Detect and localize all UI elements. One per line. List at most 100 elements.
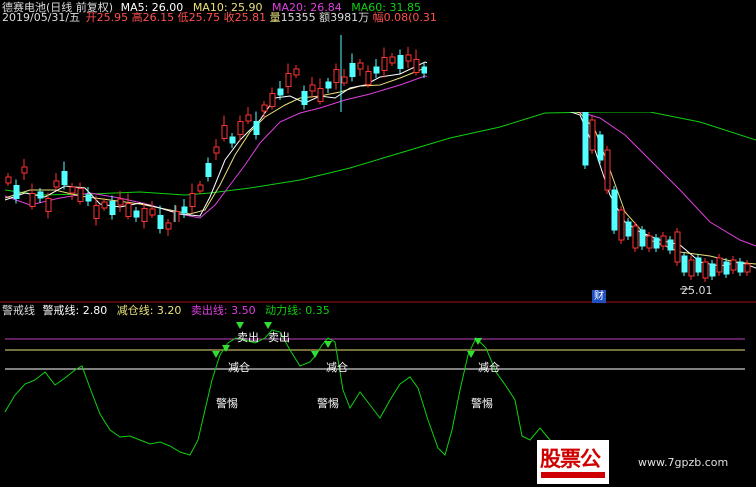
candle <box>293 65 300 78</box>
candle <box>397 49 404 74</box>
candle <box>269 87 276 110</box>
candle <box>165 219 172 236</box>
high-value: 26.15 <box>142 11 175 24</box>
candle <box>681 252 688 276</box>
occlusion-top-right <box>427 0 756 112</box>
amt-key: 额 <box>319 11 331 24</box>
open-value: 25.95 <box>96 11 129 24</box>
low-key: 低 <box>177 11 189 24</box>
candle <box>333 63 340 90</box>
candle <box>109 195 116 220</box>
candle <box>349 53 356 82</box>
candle <box>229 133 236 148</box>
sell-signal-1: 卖出 <box>237 331 259 344</box>
candle <box>618 206 625 244</box>
candle <box>413 49 420 76</box>
candle <box>667 236 674 254</box>
signal-arrow-icon <box>324 341 332 348</box>
chg-value: 0.08(0.31 <box>383 11 437 24</box>
candle <box>149 201 156 218</box>
candle <box>117 191 124 212</box>
candle <box>157 205 164 234</box>
candle <box>625 218 632 240</box>
date-label: 2019/05/31/五 <box>2 11 81 24</box>
watermark-brand: 股票公 <box>540 447 601 471</box>
candle <box>589 116 596 154</box>
alert-signal-2: 警惕 <box>317 397 339 410</box>
candle <box>737 258 744 276</box>
candle <box>365 65 372 88</box>
candle <box>141 202 148 229</box>
candle <box>730 256 737 274</box>
signal-arrow-icon <box>474 338 482 345</box>
candle <box>744 260 751 276</box>
finance-badge[interactable]: 财 <box>592 290 606 303</box>
candle <box>674 228 681 266</box>
candle <box>197 181 204 194</box>
candle <box>317 78 324 105</box>
candle <box>189 183 196 214</box>
candle <box>205 157 212 182</box>
candle <box>221 115 228 142</box>
candle <box>660 232 667 250</box>
candle <box>93 195 100 226</box>
candle <box>357 59 364 76</box>
indicator-header: 警戒线 警戒线: 2.80 减仓线: 3.20 卖出线: 3.50 动力线: 0… <box>2 304 330 317</box>
close-key: 收 <box>223 11 235 24</box>
candle <box>301 85 308 110</box>
watermark-site: www.7gpzb.com <box>638 456 729 469</box>
low-price-marker: 25.01 <box>681 284 713 297</box>
candle <box>53 173 60 190</box>
candle <box>77 182 84 205</box>
candle <box>604 146 611 194</box>
candle <box>405 47 412 68</box>
candle <box>373 59 380 78</box>
reduce-signal-2: 减仓 <box>326 361 348 374</box>
candle <box>632 222 639 252</box>
candle <box>716 254 723 276</box>
reduce-line-label: 减仓线: 3.20 <box>116 304 182 317</box>
signal-arrow-icon <box>264 322 272 329</box>
signal-arrow-icon <box>236 322 244 329</box>
sell-line-label: 卖出线: 3.50 <box>190 304 256 317</box>
warn-line-label: 警戒线: 2.80 <box>42 304 108 317</box>
amt-value: 3981万 <box>330 11 370 24</box>
candle <box>723 258 730 278</box>
power-line-label: 动力线: 0.35 <box>265 304 330 317</box>
watermark-logo: 股票公 <box>537 440 609 484</box>
stock-chart-window: 德赛电池(日线 前复权) MA5: 26.00 MA10: 25.90 MA20… <box>0 0 756 487</box>
candle <box>597 131 604 164</box>
candle <box>69 183 76 200</box>
candle <box>125 193 132 220</box>
alert-signal-3: 警惕 <box>471 397 493 410</box>
candle <box>389 53 396 66</box>
candle <box>213 139 220 160</box>
vol-key: 量 <box>269 11 281 24</box>
candle <box>29 183 36 210</box>
candle <box>285 63 292 94</box>
close-value: 25.81 <box>234 11 267 24</box>
signal-arrow-icon <box>212 351 220 358</box>
candle <box>702 258 709 282</box>
candle <box>695 254 702 276</box>
candle <box>21 159 28 180</box>
candle <box>245 107 252 124</box>
candle <box>582 108 589 169</box>
reduce-signal-1: 减仓 <box>228 361 250 374</box>
chg-key: 幅 <box>372 11 384 24</box>
vol-value: 15355 <box>280 11 316 24</box>
candle <box>309 77 316 98</box>
candle <box>5 173 12 186</box>
indicator-name: 警戒线 <box>2 304 35 317</box>
header-row-2: 2019/05/31/五 开25.95 高26.15 低25.75 收25.81… <box>2 11 437 24</box>
candle <box>325 78 332 93</box>
candle <box>688 256 695 280</box>
signal-arrow-icon <box>311 351 319 358</box>
open-key: 开 <box>85 11 97 24</box>
candle <box>61 161 68 190</box>
alert-signal-1: 警惕 <box>216 397 238 410</box>
candle <box>341 69 348 86</box>
candle <box>611 186 618 234</box>
low-value: 25.75 <box>188 11 221 24</box>
high-key: 高 <box>131 11 143 24</box>
